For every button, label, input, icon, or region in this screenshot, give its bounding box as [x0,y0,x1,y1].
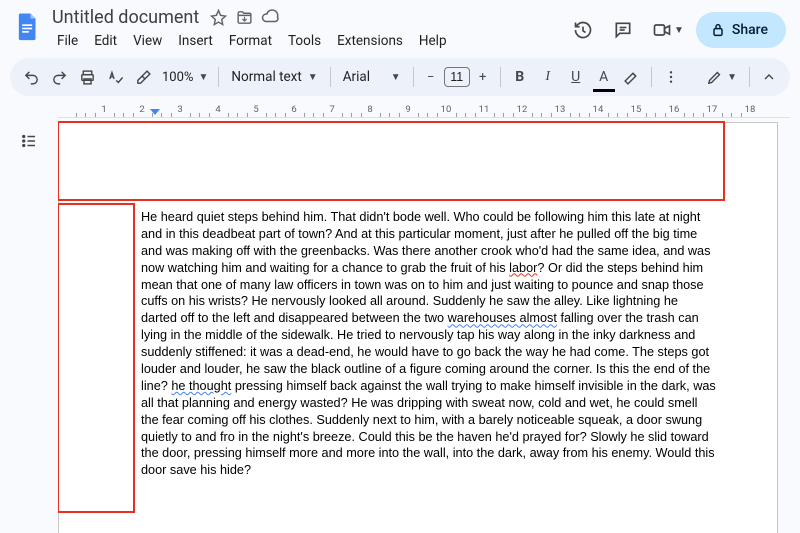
menu-edit[interactable]: Edit [87,30,124,52]
menu-help[interactable]: Help [412,30,454,52]
paint-format-icon[interactable] [130,64,156,90]
title-area: Untitled document File Edit View Insert … [50,6,566,52]
meet-button[interactable]: ▼ [646,13,690,47]
editing-mode-button[interactable]: ▼ [700,64,743,90]
text-color-button[interactable]: A [591,64,617,90]
separator [651,67,652,87]
zoom-value: 100% [162,70,193,85]
font-family-select[interactable]: Arial ▼ [337,69,407,85]
ruler-number: 12 [517,104,528,115]
ruler-number: 18 [745,104,756,115]
ruler-number: 15 [631,104,642,115]
table-cell-top[interactable] [58,121,725,201]
spellcheck-icon[interactable] [102,64,128,90]
italic-button[interactable]: I [535,64,561,90]
star-icon[interactable] [209,8,227,26]
font-size-group: − + [420,66,494,88]
menubar: File Edit View Insert Format Tools Exten… [50,30,566,52]
chevron-down-icon: ▼ [391,72,401,83]
zoom-select[interactable]: 100% ▼ [158,70,212,85]
ruler-container: 123456789101112131415161718 [0,102,790,118]
underline-button[interactable]: U [563,64,589,90]
highlight-color-button[interactable] [619,64,645,90]
ruler-number: 9 [405,104,410,115]
ruler-number: 3 [177,104,182,115]
ruler-number: 16 [669,104,680,115]
share-label: Share [732,22,768,38]
separator [330,67,331,87]
menu-file[interactable]: File [50,30,85,52]
more-tools-button[interactable] [658,64,684,90]
font-family-value: Arial [343,69,370,85]
chevron-down-icon: ▼ [727,72,737,83]
ruler-number: 14 [593,104,604,115]
workspace: He heard quiet steps behind him. That di… [0,118,800,533]
bold-button[interactable]: B [507,64,533,90]
paragraph-style-select[interactable]: Normal text ▼ [225,69,323,85]
page[interactable]: He heard quiet steps behind him. That di… [58,122,778,533]
separator [218,67,219,87]
docs-logo[interactable] [10,8,46,44]
redo-icon[interactable] [46,64,72,90]
separator [749,67,750,87]
ruler-number: 2 [139,104,144,115]
chevron-down-icon: ▼ [198,72,208,83]
ruler-number: 1 [101,104,106,115]
history-icon[interactable] [566,13,600,47]
ruler-number: 10 [441,104,452,115]
comments-icon[interactable] [606,13,640,47]
separator [413,67,414,87]
table-cell-left[interactable] [58,203,135,513]
undo-icon[interactable] [18,64,44,90]
document-body-text[interactable]: He heard quiet steps behind him. That di… [141,209,716,479]
ruler-number: 7 [329,104,334,115]
font-size-input[interactable] [444,67,470,87]
menu-tools[interactable]: Tools [281,30,328,52]
ruler-number: 8 [367,104,372,115]
increase-font-size-button[interactable]: + [472,66,494,88]
chevron-down-icon: ▼ [674,25,684,36]
ruler-number: 6 [291,104,296,115]
collapse-toolbar-button[interactable] [756,64,782,90]
ruler-number: 17 [707,104,718,115]
app-header: Untitled document File Edit View Insert … [0,0,800,52]
ruler-number: 11 [479,104,490,115]
move-icon[interactable] [235,8,253,26]
menu-view[interactable]: View [126,30,169,52]
cloud-status-icon[interactable] [261,8,279,26]
ruler-number: 4 [215,104,220,115]
separator [500,67,501,87]
outline-column [0,118,58,533]
header-actions: ▼ Share [566,12,786,48]
document-canvas[interactable]: He heard quiet steps behind him. That di… [58,118,800,533]
chevron-down-icon: ▼ [308,72,318,83]
horizontal-ruler[interactable]: 123456789101112131415161718 [58,102,790,118]
menu-format[interactable]: Format [222,30,279,52]
paragraph-style-value: Normal text [231,69,301,85]
doc-title[interactable]: Untitled document [50,7,201,28]
share-button[interactable]: Share [696,12,786,48]
print-icon[interactable] [74,64,100,90]
menu-extensions[interactable]: Extensions [330,30,410,52]
outline-toggle-icon[interactable] [14,126,44,156]
menu-insert[interactable]: Insert [171,30,220,52]
ruler-number: 5 [253,104,258,115]
toolbar: 100% ▼ Normal text ▼ Arial ▼ − + B I U A… [10,58,790,96]
decrease-font-size-button[interactable]: − [420,66,442,88]
ruler-number: 13 [555,104,566,115]
